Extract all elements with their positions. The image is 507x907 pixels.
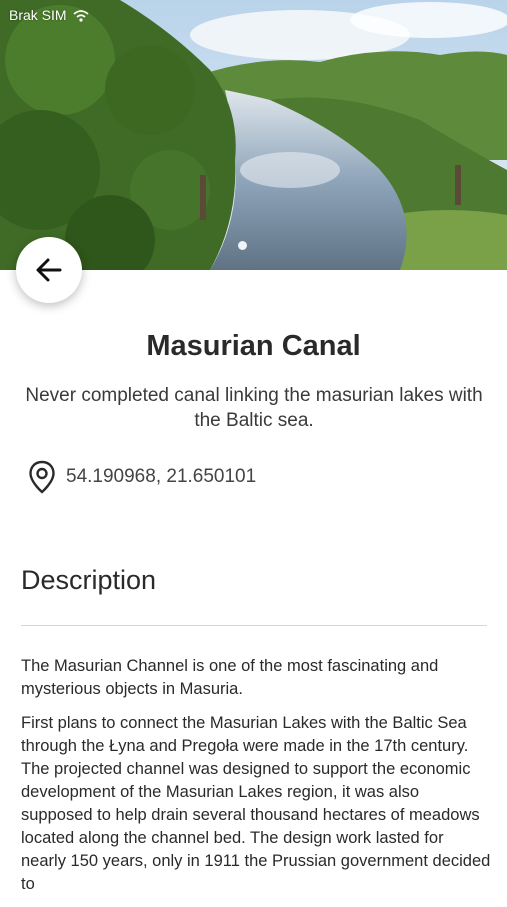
arrow-left-icon	[36, 258, 62, 282]
section-divider	[21, 625, 487, 626]
description-body: The Masurian Channel is one of the most …	[21, 655, 491, 907]
gallery-page-indicator	[238, 241, 247, 250]
place-subtitle: Never completed canal linking the masuri…	[25, 385, 483, 431]
description-paragraph: First plans to connect the Masurian Lake…	[21, 714, 491, 893]
location-pin-icon	[29, 460, 55, 494]
coordinates-text: 54.190968, 21.650101	[66, 466, 257, 487]
status-bar: Brak SIM	[0, 0, 507, 30]
wifi-icon	[72, 9, 89, 22]
coordinates-row[interactable]: 54.190968, 21.650101	[28, 460, 256, 494]
description-paragraph: The Masurian Channel is one of the most …	[21, 657, 439, 698]
description-heading: Description	[21, 565, 157, 595]
carrier-label: Brak SIM	[9, 7, 67, 23]
hero-image[interactable]	[0, 0, 507, 270]
back-button[interactable]	[16, 237, 82, 303]
place-title: Masurian Canal	[146, 330, 361, 362]
canal-photo	[0, 0, 507, 270]
